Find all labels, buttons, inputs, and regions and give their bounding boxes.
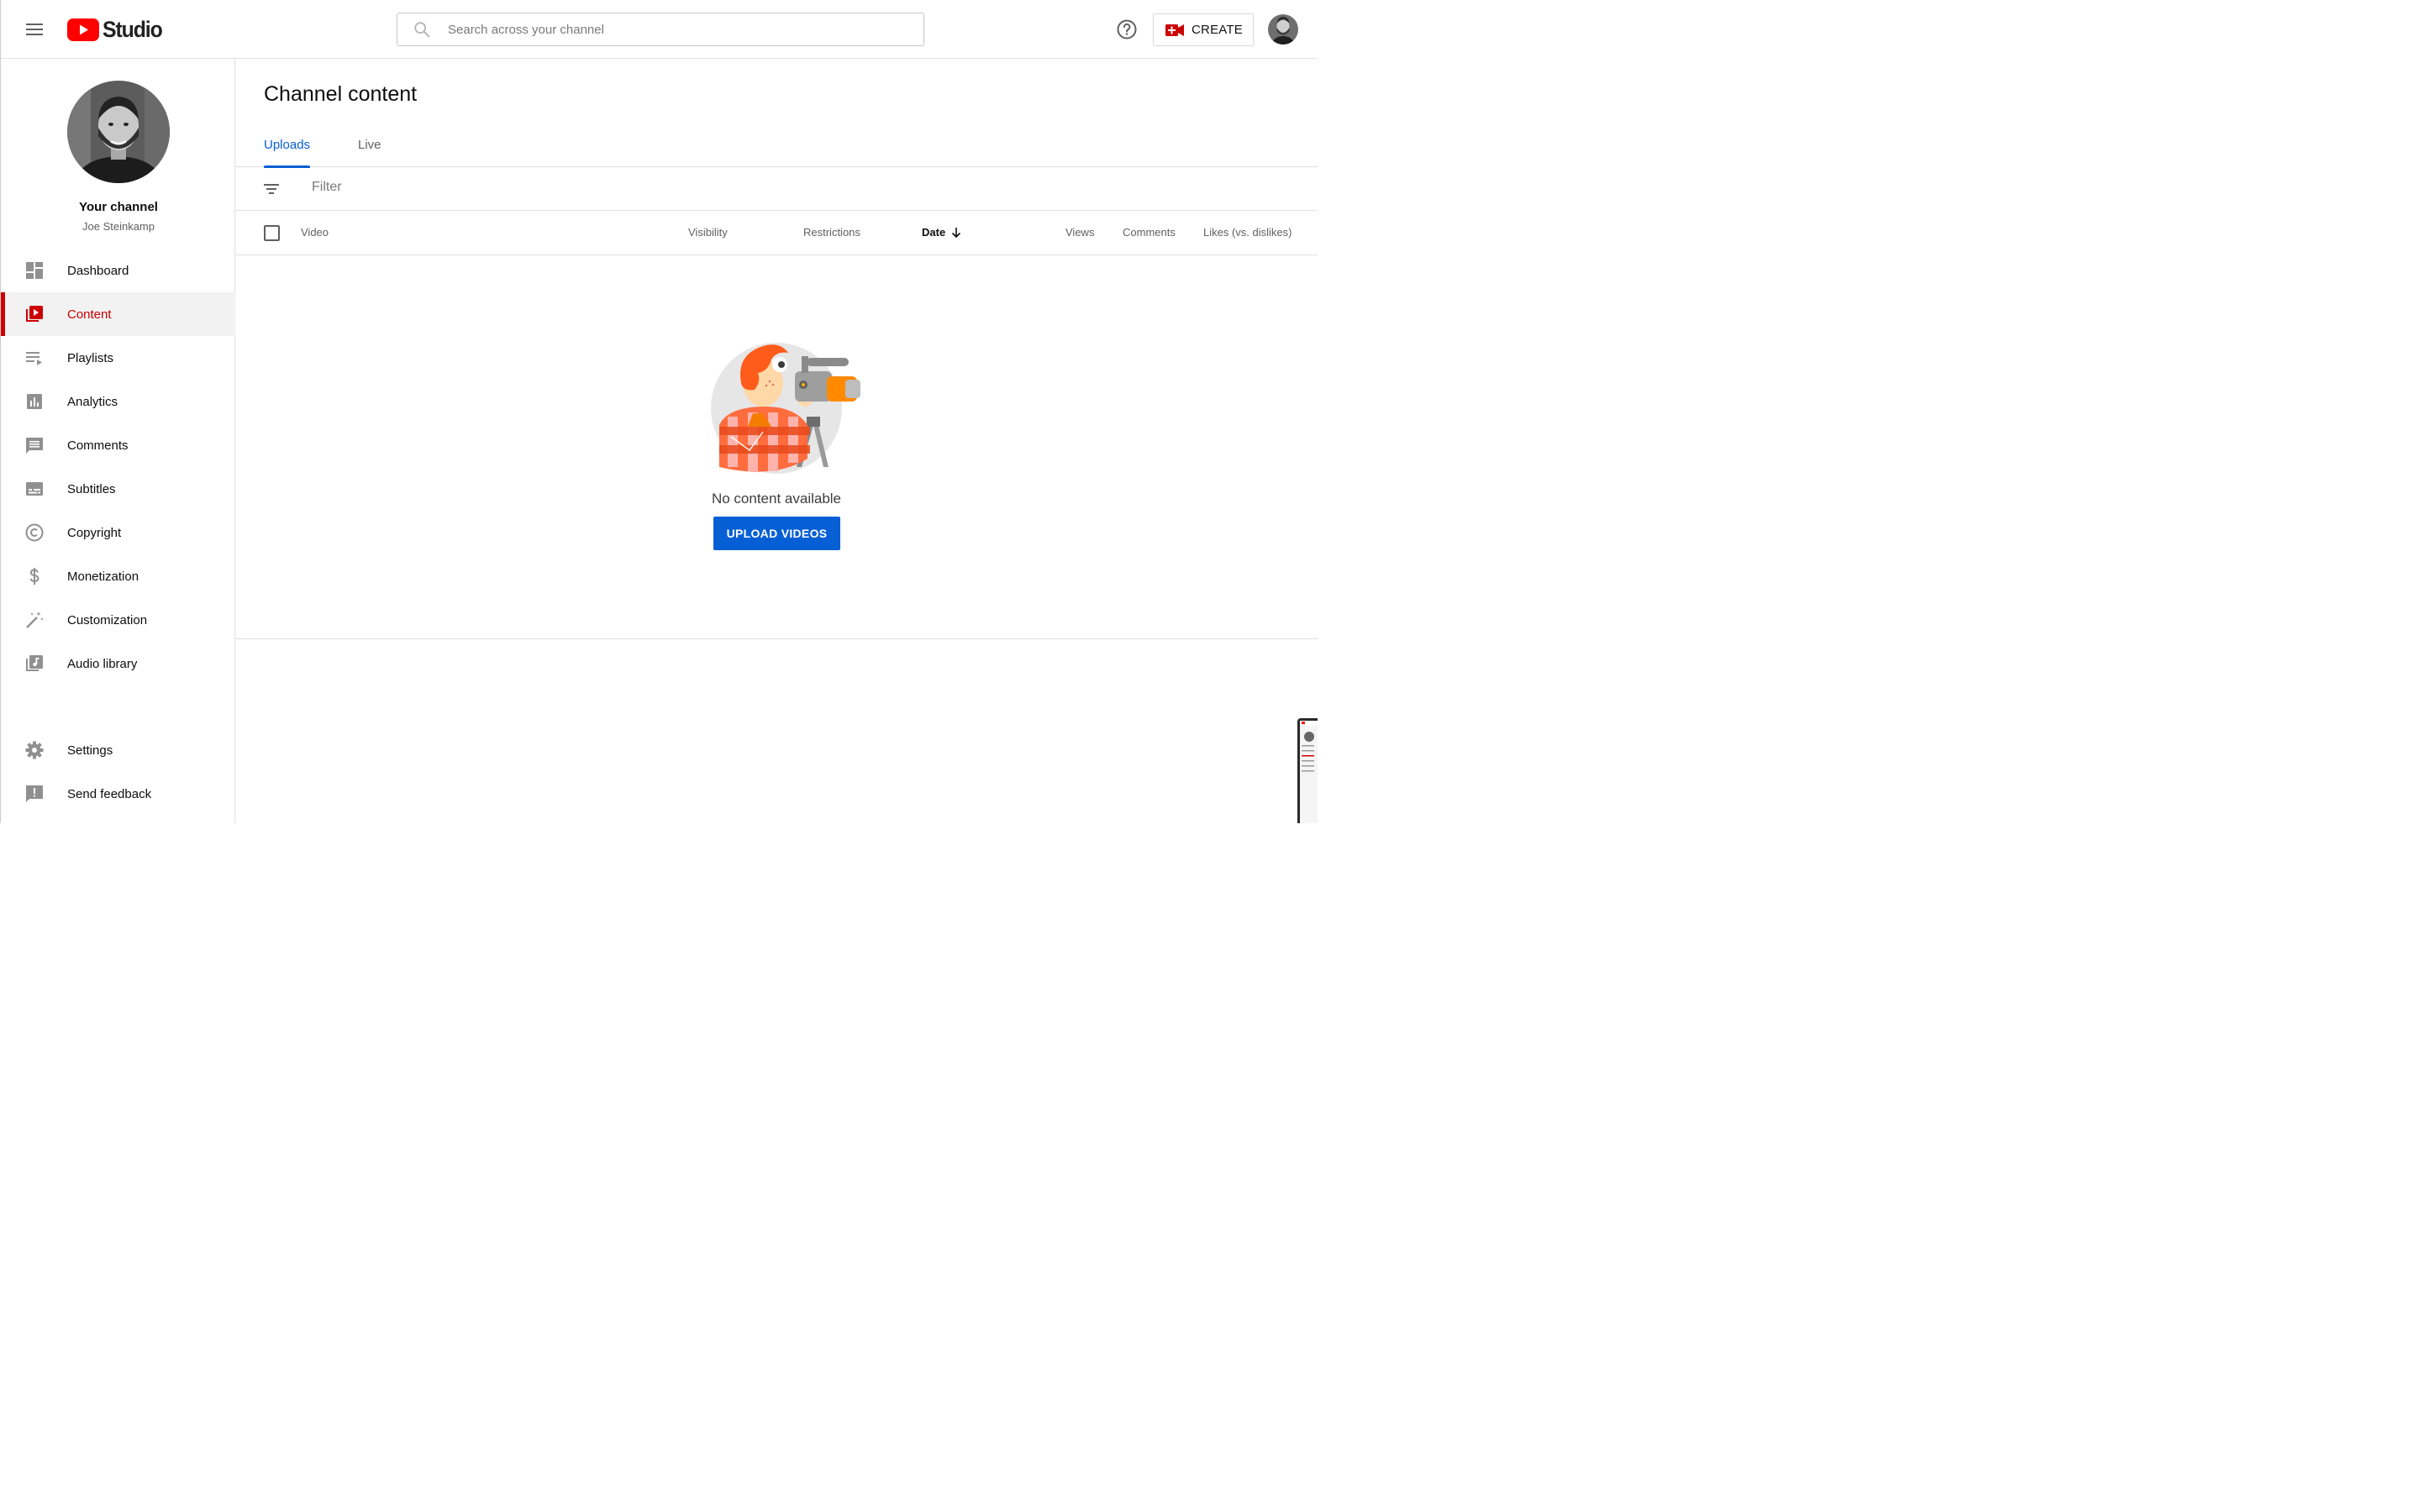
sidebar-item-label: Dashboard <box>67 263 129 278</box>
sidebar-item-label: Send feedback <box>67 786 152 801</box>
feedback-icon <box>26 785 43 802</box>
sidebar-item-settings[interactable]: Settings <box>1 728 235 772</box>
sidebar-item-label: Comments <box>67 438 129 453</box>
sidebar-item-label: Playlists <box>67 350 114 365</box>
column-restrictions[interactable]: Restrictions <box>803 226 860 239</box>
dashboard-icon <box>26 262 43 279</box>
create-video-icon <box>1165 24 1184 36</box>
tab-bar: Uploads Live <box>235 128 1318 168</box>
filter-bar <box>235 167 1318 211</box>
page-title: Channel content <box>264 82 418 106</box>
sidebar-item-label: Audio library <box>67 656 138 671</box>
copyright-icon <box>25 523 44 542</box>
sidebar-item-comments[interactable]: Comments <box>1 423 235 467</box>
sidebar-item-send-feedback[interactable]: Send feedback <box>1 772 235 816</box>
sidebar-item-label: Subtitles <box>67 481 116 496</box>
channel-name: Joe Steinkamp <box>82 220 155 233</box>
tab-live[interactable]: Live <box>358 138 381 167</box>
column-likes[interactable]: Likes (vs. dislikes) <box>1203 226 1292 239</box>
sidebar-item-content[interactable]: Content <box>1 292 235 336</box>
avatar-photo <box>1268 14 1298 45</box>
filter-icon[interactable] <box>261 179 281 199</box>
sort-down-arrow-icon <box>952 228 961 239</box>
sidebar-item-dashboard[interactable]: Dashboard <box>1 249 235 292</box>
sidebar-item-subtitles[interactable]: Subtitles <box>1 467 235 511</box>
sidebar-item-label: Customization <box>67 612 148 627</box>
channel-photo <box>67 81 170 183</box>
sidebar-item-label: Analytics <box>67 394 118 409</box>
playlists-icon <box>26 352 42 365</box>
sidebar: Your channel Joe Steinkamp Dashboard Con… <box>0 59 235 823</box>
sidebar-item-customization[interactable]: Customization <box>1 598 235 642</box>
search-icon <box>414 22 430 38</box>
tab-uploads[interactable]: Uploads <box>264 138 311 168</box>
empty-state: No content available UPLOAD VIDEOS <box>235 255 1318 639</box>
sidebar-item-analytics[interactable]: Analytics <box>1 380 235 423</box>
screenshot-thumbnail-preview[interactable] <box>1297 718 1318 823</box>
analytics-icon <box>27 394 42 409</box>
column-visibility[interactable]: Visibility <box>688 226 728 239</box>
main-content: Channel content Uploads Live Video Visib… <box>235 59 1318 823</box>
channel-avatar[interactable] <box>67 81 170 183</box>
sidebar-item-audio-library[interactable]: Audio library <box>1 642 235 685</box>
camera-operator-illustration <box>711 343 860 474</box>
filter-input[interactable] <box>312 180 1068 195</box>
logo-text: Studio <box>103 16 163 42</box>
help-icon[interactable] <box>1115 18 1139 41</box>
column-views[interactable]: Views <box>1065 226 1094 239</box>
column-comments[interactable]: Comments <box>1123 226 1176 239</box>
monetization-icon <box>29 568 39 585</box>
audio-library-icon <box>26 655 43 671</box>
account-avatar[interactable] <box>1268 14 1298 45</box>
sidebar-item-label: Monetization <box>67 569 139 584</box>
customization-icon <box>26 612 44 628</box>
sidebar-item-playlists[interactable]: Playlists <box>1 336 235 380</box>
top-bar: Studio CREATE <box>0 0 1318 59</box>
upload-videos-button[interactable]: UPLOAD VIDEOS <box>713 517 840 550</box>
sidebar-item-copyright[interactable]: Copyright <box>1 511 235 554</box>
column-date[interactable]: Date <box>922 226 962 239</box>
channel-title: Your channel <box>79 200 158 214</box>
content-icon <box>26 306 43 322</box>
sidebar-item-monetization[interactable]: Monetization <box>1 554 235 598</box>
comments-icon <box>26 438 43 454</box>
sidebar-item-label: Content <box>67 307 112 322</box>
empty-message: No content available <box>711 491 842 507</box>
create-label: CREATE <box>1192 23 1243 37</box>
table-header: Video Visibility Restrictions Date Views… <box>235 211 1318 255</box>
search-input[interactable] <box>448 22 885 37</box>
settings-icon <box>25 741 44 759</box>
youtube-logo-icon <box>67 18 99 41</box>
column-video: Video <box>301 226 329 239</box>
subtitles-icon <box>26 482 43 496</box>
youtube-studio-logo[interactable]: Studio <box>67 17 167 42</box>
select-all-checkbox[interactable] <box>264 225 280 241</box>
column-date-label: Date <box>922 226 946 239</box>
search-box[interactable] <box>397 13 924 46</box>
sidebar-item-label: Settings <box>67 743 113 758</box>
menu-icon[interactable] <box>24 20 45 39</box>
thumbnail-image <box>1300 721 1318 823</box>
create-button[interactable]: CREATE <box>1153 13 1254 46</box>
sidebar-item-label: Copyright <box>67 525 122 540</box>
